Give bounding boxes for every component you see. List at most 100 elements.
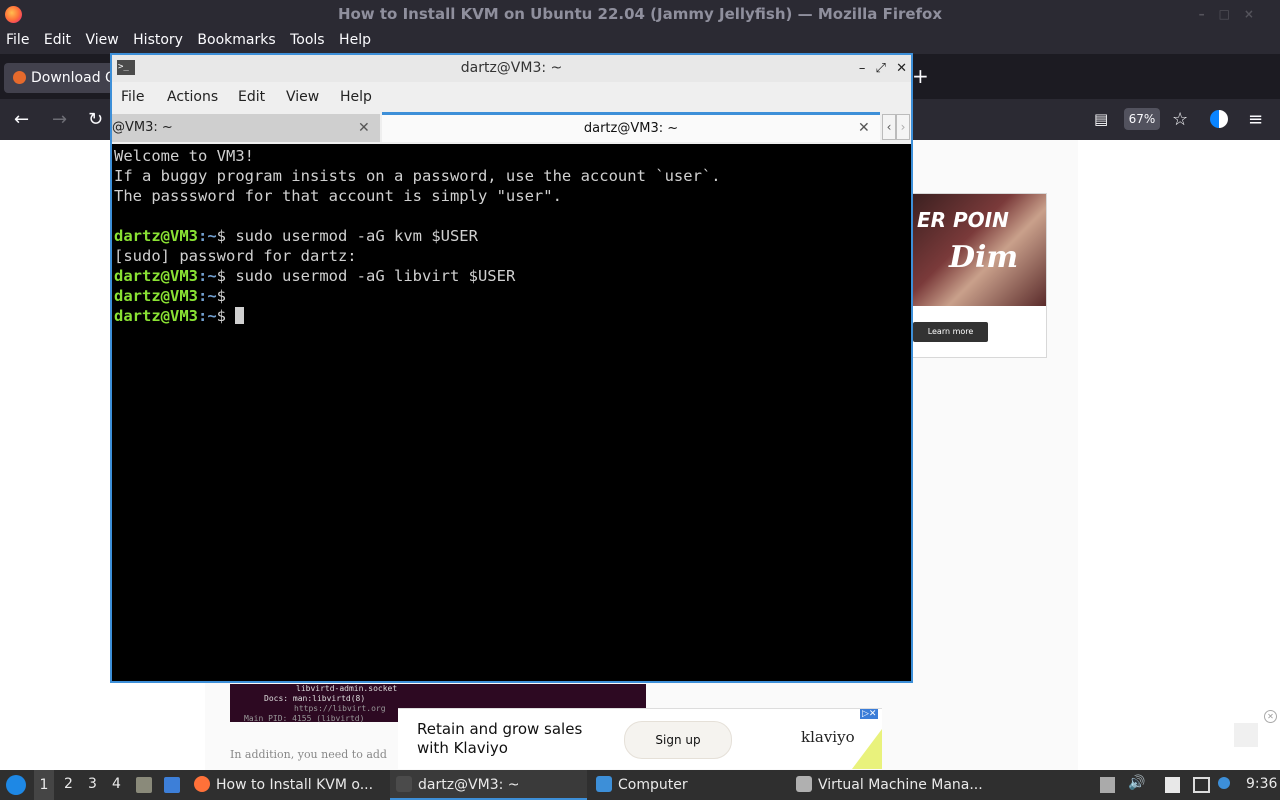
file-manager-launcher-icon[interactable] [136, 777, 152, 793]
firefox-tab-label: Download Q [31, 70, 117, 86]
term-menu-actions[interactable]: Actions [167, 89, 218, 105]
bottom-ad-line2: with Klaviyo [417, 739, 508, 757]
task-label: Virtual Machine Mana... [818, 777, 983, 793]
ff-menu-edit[interactable]: Edit [44, 29, 71, 48]
back-arrow-icon[interactable]: ← [14, 109, 29, 130]
terminal-tab-label: @VM3: ~ [112, 120, 173, 135]
terminal-output[interactable]: Welcome to VM3! If a buggy program insis… [114, 146, 909, 679]
close-icon[interactable]: ✕ [896, 61, 907, 76]
network-icon[interactable] [1193, 777, 1210, 793]
prompt-symbol: $ [216, 227, 227, 245]
ad-headline: ER POIN [917, 208, 1009, 232]
prompt-symbol: $ [216, 307, 227, 325]
workspace-1[interactable]: 1 [34, 770, 54, 800]
terminal-titlebar[interactable]: >_ dartz@VM3: ~ – ⤢ ✕ [112, 55, 911, 82]
scroll-to-top-button[interactable] [1234, 723, 1258, 747]
chevron-right-icon[interactable]: › [896, 114, 910, 140]
bottom-ad-text: Retain and grow sales with Klaviyo [417, 720, 582, 758]
task-label: How to Install KVM o... [216, 777, 374, 793]
ad-corner-decoration [852, 729, 882, 769]
show-desktop-icon[interactable] [164, 777, 180, 793]
clock[interactable]: 9:36 [1246, 776, 1277, 792]
terminal-tabbar: @VM3: ~ ✕ dartz@VM3: ~ ✕ ‹ › [112, 112, 911, 144]
firefox-icon [194, 776, 210, 792]
prompt-path: :~ [198, 267, 217, 285]
close-icon[interactable]: ✕ [1264, 710, 1277, 723]
ff-menu-view[interactable]: View [85, 29, 118, 48]
signup-button[interactable]: Sign up [624, 721, 732, 759]
tab-scroll-arrows: ‹ › [882, 114, 910, 140]
workspace-4[interactable]: 4 [112, 776, 121, 792]
terminal-icon [396, 776, 412, 792]
motd-line: The passsword for that account is simply… [114, 187, 562, 205]
command-text: sudo usermod -aG libvirt $USER [226, 267, 516, 285]
prompt-path: :~ [198, 307, 217, 325]
reader-mode-icon[interactable]: ▤ [1094, 110, 1108, 128]
task-virt-manager[interactable]: Virtual Machine Mana... [796, 770, 996, 800]
ad-image: ER POIN Dim [913, 194, 1046, 306]
firefox-titlebar: How to Install KVM on Ubuntu 22.04 (Jamm… [0, 0, 1280, 29]
prompt-path: :~ [198, 287, 217, 305]
bottom-banner-ad[interactable]: Retain and grow sales with Klaviyo Sign … [398, 708, 882, 769]
ff-menu-tools[interactable]: Tools [290, 29, 325, 48]
ff-menu-bookmarks[interactable]: Bookmarks [197, 29, 275, 48]
chevron-left-icon[interactable]: ‹ [882, 114, 896, 140]
update-notifier-icon[interactable] [1218, 777, 1230, 789]
ad-learn-more-button[interactable]: Learn more [913, 322, 988, 342]
zoom-level-badge[interactable]: 67% [1124, 108, 1160, 130]
terminal-icon: >_ [117, 60, 135, 75]
command-line: dartz@VM3:~$ sudo usermod -aG kvm $USER [114, 226, 909, 246]
tab-favicon-icon [13, 71, 26, 84]
extension-icon[interactable] [1210, 110, 1228, 128]
ff-menu-history[interactable]: History [133, 29, 183, 48]
task-label: Computer [618, 777, 688, 793]
eject-icon[interactable] [1100, 777, 1115, 793]
term-menu-edit[interactable]: Edit [238, 89, 265, 105]
sudo-prompt: [sudo] password for dartz: [114, 247, 357, 265]
virt-manager-icon [796, 776, 812, 792]
prompt-symbol: $ [216, 267, 227, 285]
reload-icon[interactable]: ↻ [88, 109, 103, 130]
ad-subhead: Dim [949, 240, 1019, 275]
new-tab-button[interactable]: + [912, 64, 929, 88]
start-menu-icon[interactable] [6, 775, 26, 795]
sidebar-ad[interactable]: ER POIN Dim Learn more [912, 193, 1047, 358]
term-menu-file[interactable]: File [121, 89, 144, 105]
ff-menu-file[interactable]: File [6, 29, 29, 48]
terminal-tab-label: dartz@VM3: ~ [583, 121, 679, 136]
prompt-user: dartz@VM3 [114, 287, 198, 305]
workspace-2[interactable]: 2 [64, 776, 73, 792]
clipboard-icon[interactable] [1165, 777, 1180, 793]
term-menu-view[interactable]: View [286, 89, 319, 105]
terminal-tab[interactable]: @VM3: ~ ✕ [112, 114, 380, 142]
forward-arrow-icon[interactable]: → [52, 109, 67, 130]
prompt-user: dartz@VM3 [114, 227, 198, 245]
task-terminal[interactable]: dartz@VM3: ~ [390, 770, 587, 800]
firefox-menubar: File Edit View History Bookmarks Tools H… [0, 29, 1280, 54]
task-computer[interactable]: Computer [596, 770, 776, 800]
terminal-menubar: File Actions Edit View Help [112, 82, 911, 112]
command-line: dartz@VM3:~$ [114, 306, 909, 326]
terminal-window-controls: – ⤢ ✕ [853, 55, 907, 82]
firefox-window-controls[interactable]: –□× [1199, 0, 1268, 29]
command-line: dartz@VM3:~$ sudo usermod -aG libvirt $U… [114, 266, 909, 286]
ad-close-icon[interactable]: ▷✕ [860, 709, 879, 719]
ff-menu-help[interactable]: Help [339, 29, 371, 48]
tab-close-icon[interactable]: ✕ [858, 115, 870, 142]
maximize-icon[interactable]: ⤢ [876, 61, 886, 76]
terminal-window[interactable]: >_ dartz@VM3: ~ – ⤢ ✕ File Actions Edit … [110, 53, 913, 683]
tab-close-icon[interactable]: ✕ [358, 114, 370, 142]
task-firefox[interactable]: How to Install KVM o... [194, 770, 384, 800]
volume-icon[interactable]: 🔊 [1128, 775, 1145, 791]
workspace-3[interactable]: 3 [88, 776, 97, 792]
term-menu-help[interactable]: Help [340, 89, 372, 105]
prompt-user: dartz@VM3 [114, 307, 198, 325]
terminal-tab-active[interactable]: dartz@VM3: ~ ✕ [382, 112, 880, 142]
bookmark-star-icon[interactable]: ☆ [1172, 109, 1188, 130]
minimize-icon[interactable]: – [859, 61, 866, 76]
hamburger-menu-icon[interactable]: ≡ [1248, 109, 1263, 130]
snippet-line: Docs: man:libvirtd(8) [264, 694, 366, 703]
motd-line: If a buggy program insists on a password… [114, 167, 721, 185]
klaviyo-logo: klaviyo [801, 728, 855, 746]
